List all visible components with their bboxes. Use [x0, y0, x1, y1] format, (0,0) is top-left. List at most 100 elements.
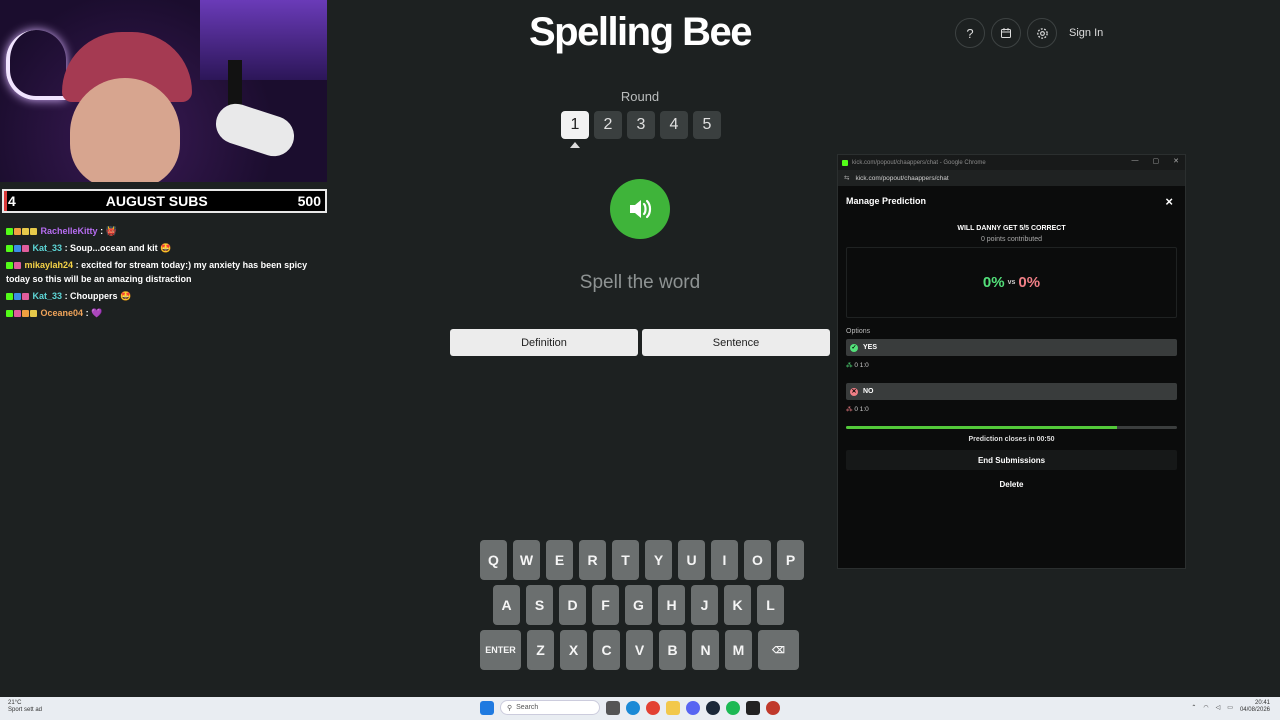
active-round-caret-icon [570, 142, 580, 148]
discord-icon[interactable] [686, 700, 700, 715]
chat-username: RachelleKitty [40, 226, 98, 236]
maximize-icon[interactable]: ▢ [1153, 157, 1160, 165]
key-v[interactable]: V [626, 630, 653, 670]
key-x[interactable]: X [560, 630, 587, 670]
options-label: Options [846, 328, 871, 335]
network-icon[interactable]: ◠ [1203, 704, 1208, 711]
chat-message: mikaylah24 : excited for stream today:) … [6, 258, 326, 286]
help-button[interactable]: ? [955, 18, 985, 48]
prediction-popout-window: kick.com/popout/chaappers/chat - Google … [837, 154, 1186, 569]
clock[interactable]: 20:41 04/08/2026 [1240, 700, 1270, 714]
key-n[interactable]: N [692, 630, 719, 670]
key-z[interactable]: Z [527, 630, 554, 670]
window-titlebar[interactable]: kick.com/popout/chaappers/chat - Google … [838, 155, 1185, 170]
taskbar-search-label: Search [516, 704, 539, 711]
steam-icon[interactable] [706, 700, 720, 715]
end-submissions-button[interactable]: End Submissions [846, 450, 1177, 470]
subs-goal: 500 [297, 193, 321, 209]
option-no[interactable]: ✕ NO [846, 383, 1177, 400]
enter-key[interactable]: ENTER [480, 630, 521, 670]
option-yes[interactable]: ✓ YES [846, 339, 1177, 356]
sentence-button[interactable]: Sentence [642, 329, 830, 356]
round-button-4[interactable]: 4 [660, 111, 688, 139]
clock-date: 04/08/2026 [1239, 707, 1270, 713]
round-button-1[interactable]: 1 [561, 111, 589, 139]
round-button-3[interactable]: 3 [627, 111, 655, 139]
key-t[interactable]: T [612, 540, 639, 580]
windows-taskbar: 21°C Sport sett ad ⚲ Search ⌃ ◠ ◁ ▭ 20:4… [0, 697, 1280, 720]
close-icon[interactable]: × [1165, 194, 1173, 209]
tray-chevron-icon[interactable]: ⌃ [1191, 704, 1196, 711]
key-u[interactable]: U [678, 540, 705, 580]
key-f[interactable]: F [592, 585, 619, 625]
key-q[interactable]: Q [480, 540, 507, 580]
sub-badge-icon [14, 228, 21, 236]
taskbar-search[interactable]: ⚲ Search [500, 700, 600, 715]
delete-button[interactable]: Delete [838, 480, 1185, 489]
chat-message: RachelleKitty : 👹 [6, 224, 326, 238]
key-p[interactable]: P [777, 540, 804, 580]
chat-message: Oceane04 : 💜 [6, 306, 326, 320]
key-a[interactable]: A [493, 585, 520, 625]
kick-logo-icon [842, 159, 848, 166]
clock-time: 20:41 [1254, 700, 1270, 706]
battery-icon[interactable]: ▭ [1227, 704, 1233, 711]
key-s[interactable]: S [526, 585, 553, 625]
round-button-5[interactable]: 5 [693, 111, 721, 139]
subs-goal-bar: 4 AUGUST SUBS 500 [2, 189, 327, 213]
verified-badge-icon [14, 245, 21, 253]
kick-badge-icon [6, 228, 13, 236]
key-c[interactable]: C [593, 630, 620, 670]
sign-in-link[interactable]: Sign In [1069, 27, 1103, 39]
site-settings-icon[interactable]: ⇆ [844, 174, 849, 182]
key-r[interactable]: R [579, 540, 606, 580]
key-g[interactable]: G [625, 585, 652, 625]
file-explorer-icon[interactable] [666, 700, 680, 715]
key-o[interactable]: O [744, 540, 771, 580]
key-h[interactable]: H [658, 585, 685, 625]
key-w[interactable]: W [513, 540, 540, 580]
volume-icon[interactable]: ◁ [1216, 704, 1221, 711]
prediction-percentages: 0% vs 0% [846, 247, 1177, 318]
calendar-button[interactable] [991, 18, 1021, 48]
chrome-icon[interactable] [646, 700, 660, 715]
definition-button[interactable]: Definition [450, 329, 638, 356]
key-m[interactable]: M [725, 630, 752, 670]
help-icon: ? [966, 25, 974, 41]
yes-percent: 0% [982, 274, 1005, 291]
play-audio-button[interactable] [610, 179, 670, 239]
chat-text: : Chouppers 🤩 [64, 291, 132, 301]
key-d[interactable]: D [559, 585, 586, 625]
backspace-key[interactable]: ⌫ [758, 630, 799, 670]
key-b[interactable]: B [659, 630, 686, 670]
crown-badge-icon [30, 228, 37, 236]
speaker-icon [630, 199, 652, 219]
key-i[interactable]: I [711, 540, 738, 580]
obs-icon[interactable] [766, 700, 780, 715]
chat-username: Kat_33 [32, 291, 63, 301]
users-icon: ⁂ [846, 362, 853, 369]
address-bar[interactable]: ⇆ kick.com/popout/chaappers/chat [838, 170, 1185, 186]
key-e[interactable]: E [546, 540, 573, 580]
windows-start-icon[interactable] [480, 700, 494, 715]
edge-icon[interactable] [626, 700, 640, 715]
chat-overlay: RachelleKitty : 👹 Kat_33 : Soup...ocean … [6, 224, 326, 323]
sub-badge-icon [22, 310, 29, 318]
chat-username: mikaylah24 [24, 260, 74, 270]
yes-check-icon: ✓ [850, 343, 858, 352]
key-j[interactable]: J [691, 585, 718, 625]
option-yes-stats-text: 0 1:0 [854, 362, 869, 369]
kick-badge-icon [6, 262, 13, 270]
round-button-2[interactable]: 2 [594, 111, 622, 139]
task-view-icon[interactable] [606, 700, 620, 715]
key-l[interactable]: L [757, 585, 784, 625]
key-y[interactable]: Y [645, 540, 672, 580]
terminal-icon[interactable] [746, 700, 760, 715]
spotify-icon[interactable] [726, 700, 740, 715]
no-percent: 0% [1018, 274, 1041, 291]
settings-button[interactable] [1027, 18, 1057, 48]
minimize-icon[interactable]: — [1132, 157, 1139, 165]
weather-widget[interactable]: 21°C Sport sett ad [8, 700, 42, 714]
key-k[interactable]: K [724, 585, 751, 625]
window-close-icon[interactable]: ✕ [1173, 157, 1179, 165]
